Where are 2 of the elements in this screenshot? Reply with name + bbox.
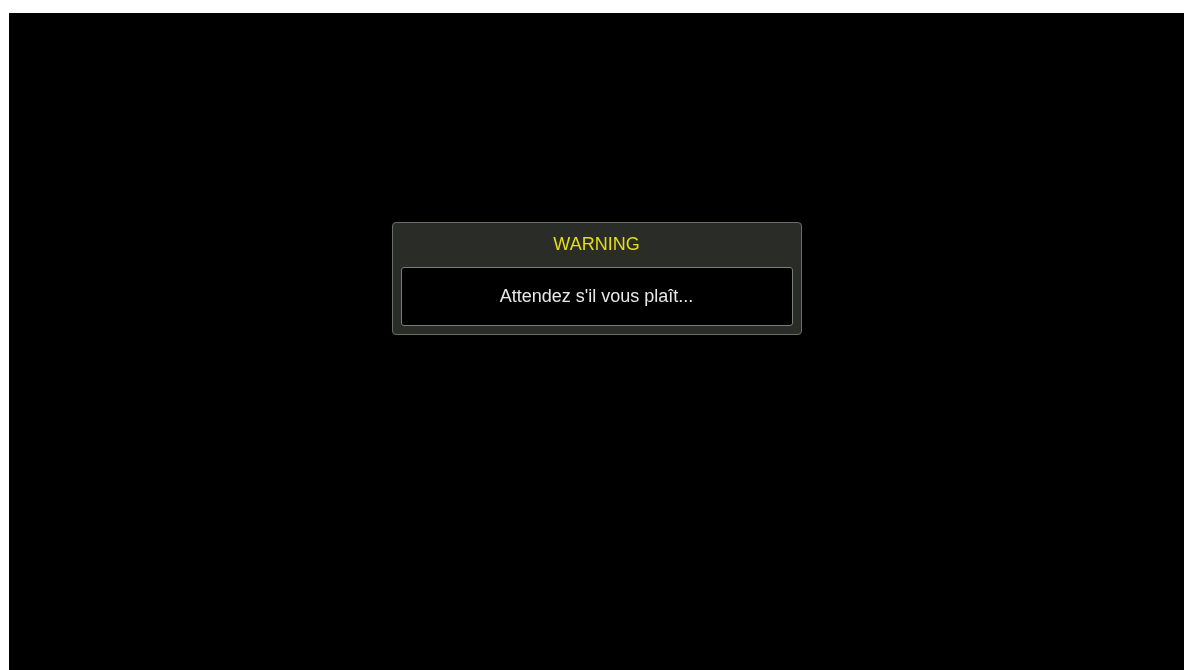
dialog-title: WARNING [553,233,640,255]
message-text: Attendez s'il vous plaît... [499,286,694,307]
